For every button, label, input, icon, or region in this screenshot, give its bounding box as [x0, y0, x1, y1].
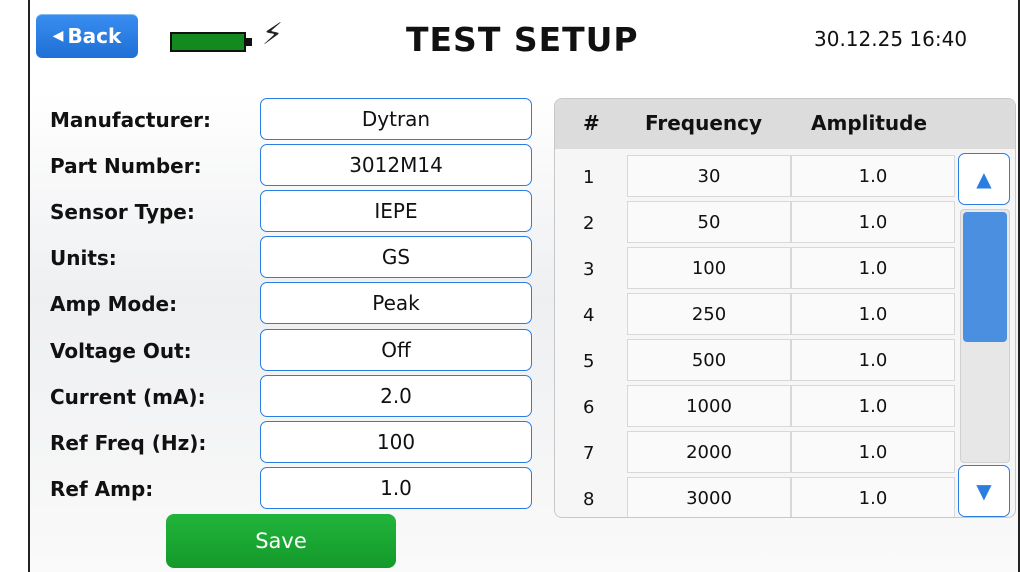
- lightning-bolt-icon: ⚡︎: [262, 17, 284, 52]
- frequency-cell[interactable]: 500: [627, 339, 791, 381]
- frequency-cell[interactable]: 100: [627, 247, 791, 289]
- row-number: 3: [583, 259, 595, 280]
- header-bar: ◀ Back ⚡︎ TEST SETUP 30.12.25 16:40: [30, 0, 1018, 84]
- amplitude-cell[interactable]: 1.0: [791, 477, 955, 517]
- device-screen: ◀ Back ⚡︎ TEST SETUP 30.12.25 16:40 Manu…: [28, 0, 1020, 572]
- frequency-cell[interactable]: 1000: [627, 385, 791, 427]
- row-number: 5: [583, 351, 595, 372]
- scroll-up-button[interactable]: ▲: [958, 153, 1010, 205]
- row-number: 8: [583, 489, 595, 510]
- back-button[interactable]: ◀ Back: [36, 14, 138, 58]
- part-number-field[interactable]: 3012M14: [260, 144, 532, 186]
- amplitude-cell[interactable]: 1.0: [791, 247, 955, 289]
- current-label: Current (mA):: [50, 385, 206, 409]
- triangle-up-icon: ▲: [976, 167, 992, 191]
- units-field[interactable]: GS: [260, 236, 532, 278]
- frequency-cell[interactable]: 30: [627, 155, 791, 197]
- frequency-table: # Frequency Amplitude 1 30 1.0 2 50 1.0 …: [554, 98, 1016, 518]
- frequency-cell[interactable]: 50: [627, 201, 791, 243]
- manufacturer-label: Manufacturer:: [50, 108, 212, 132]
- table-header: # Frequency Amplitude: [555, 99, 1015, 149]
- row-number: 7: [583, 443, 595, 464]
- scrollbar-track[interactable]: [960, 209, 1010, 463]
- ref-amp-label: Ref Amp:: [50, 477, 154, 501]
- column-header-amplitude: Amplitude: [811, 111, 928, 135]
- amplitude-cell[interactable]: 1.0: [791, 339, 955, 381]
- amplitude-cell[interactable]: 1.0: [791, 155, 955, 197]
- triangle-down-icon: ▼: [976, 479, 992, 503]
- scroll-down-button[interactable]: ▼: [958, 465, 1010, 517]
- amplitude-cell[interactable]: 1.0: [791, 385, 955, 427]
- sensor-type-label: Sensor Type:: [50, 200, 195, 224]
- ref-amp-field[interactable]: 1.0: [260, 467, 532, 509]
- battery-tip: [246, 38, 252, 46]
- row-number: 1: [583, 167, 595, 188]
- voltage-out-label: Voltage Out:: [50, 339, 192, 363]
- back-arrow-icon: ◀: [52, 28, 64, 44]
- row-number: 4: [583, 305, 595, 326]
- amp-mode-field[interactable]: Peak: [260, 282, 532, 324]
- voltage-out-field[interactable]: Off: [260, 329, 532, 371]
- column-header-num: #: [583, 111, 600, 135]
- ref-freq-label: Ref Freq (Hz):: [50, 431, 207, 455]
- column-header-frequency: Frequency: [645, 111, 763, 135]
- frequency-cell[interactable]: 3000: [627, 477, 791, 517]
- frequency-cell[interactable]: 250: [627, 293, 791, 335]
- battery-icon: [170, 32, 246, 52]
- amplitude-cell[interactable]: 1.0: [791, 201, 955, 243]
- sensor-type-field[interactable]: IEPE: [260, 190, 532, 232]
- save-button[interactable]: Save: [166, 514, 396, 568]
- part-number-label: Part Number:: [50, 154, 202, 178]
- amplitude-cell[interactable]: 1.0: [791, 431, 955, 473]
- amp-mode-label: Amp Mode:: [50, 292, 178, 316]
- units-label: Units:: [50, 246, 117, 270]
- datetime-display: 30.12.25 16:40: [814, 27, 968, 51]
- row-number: 2: [583, 213, 595, 234]
- row-number: 6: [583, 397, 595, 418]
- amplitude-cell[interactable]: 1.0: [791, 293, 955, 335]
- manufacturer-field[interactable]: Dytran: [260, 98, 532, 140]
- frequency-cell[interactable]: 2000: [627, 431, 791, 473]
- back-label: Back: [67, 24, 122, 48]
- scrollbar-thumb[interactable]: [963, 212, 1007, 342]
- ref-freq-field[interactable]: 100: [260, 421, 532, 463]
- current-field[interactable]: 2.0: [260, 375, 532, 417]
- page-title: TEST SETUP: [406, 20, 639, 59]
